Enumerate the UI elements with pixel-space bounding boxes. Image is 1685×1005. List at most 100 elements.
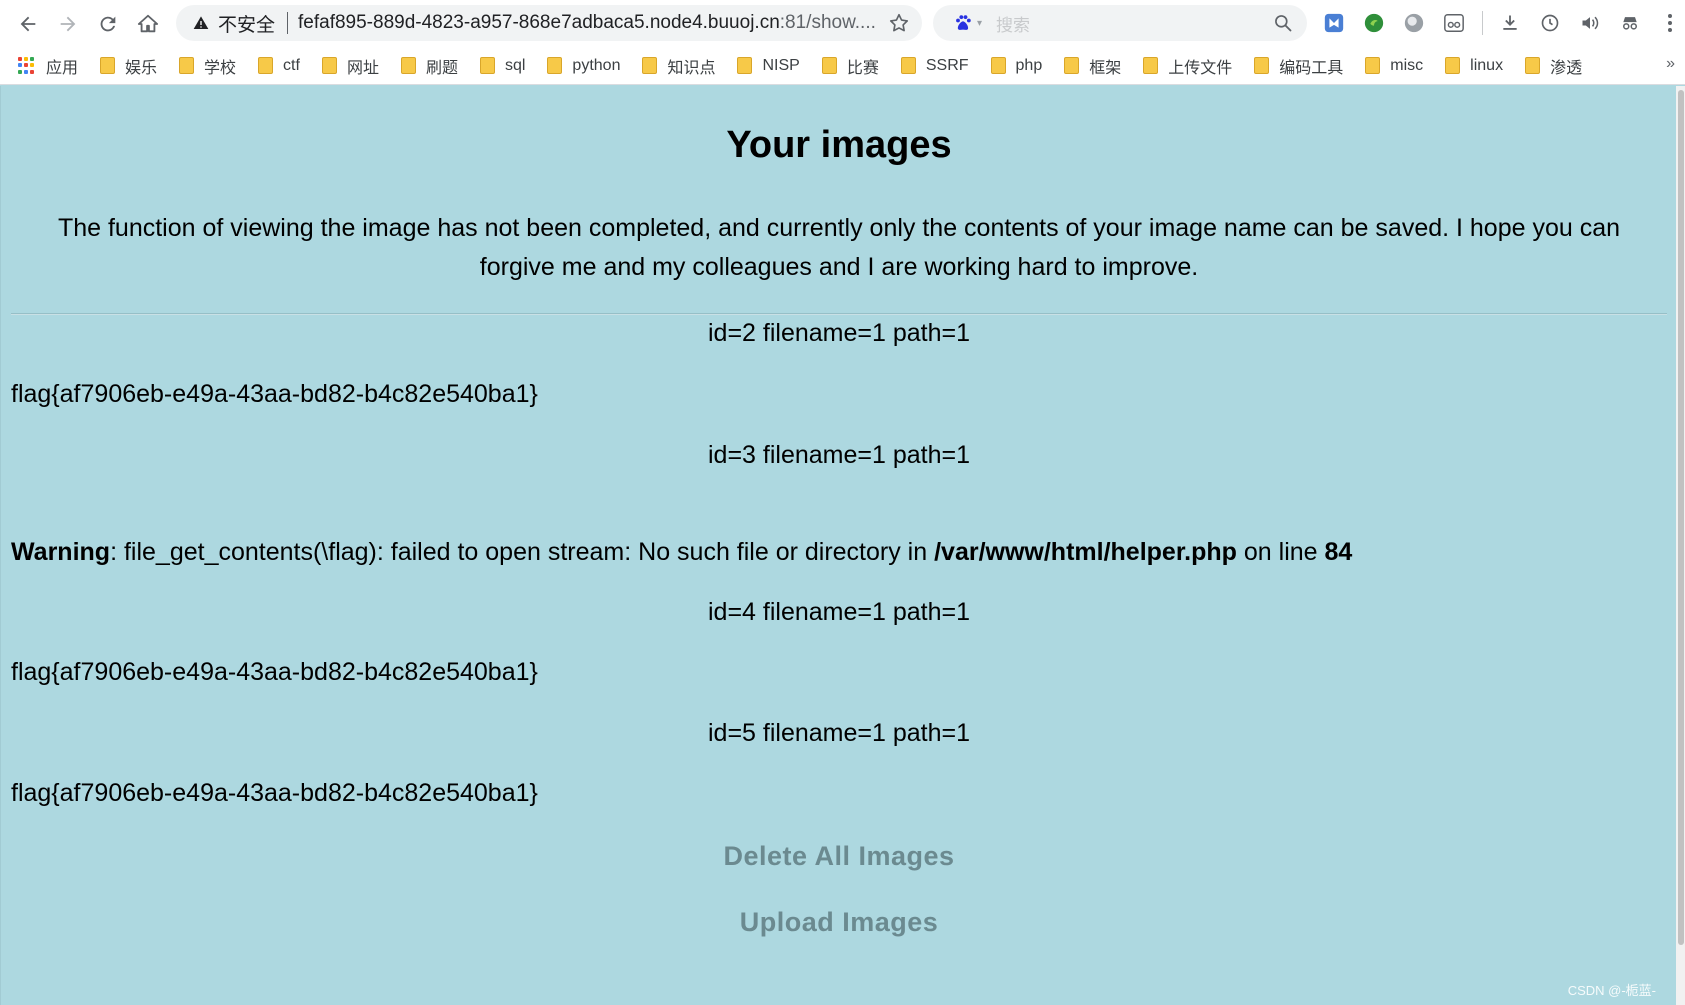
forward-button[interactable] [48, 4, 88, 44]
folder-icon [1064, 57, 1080, 74]
bookmark-label: misc [1390, 56, 1424, 74]
warning-triangle-icon [190, 15, 212, 31]
scrollbar-thumb[interactable] [1678, 90, 1684, 945]
bookmark-label: 上传文件 [1168, 59, 1233, 77]
bookmark-label: 娱乐 [125, 59, 158, 77]
record-info: id=2 filename=1 path=1 [707, 319, 970, 347]
bookmark-label: 学校 [204, 59, 237, 77]
bookmark-folder[interactable]: 学校 [179, 54, 236, 78]
extension-bookmark-icon[interactable] [1322, 11, 1346, 35]
bookmark-folder[interactable]: SSRF [900, 56, 969, 75]
bookmark-folder[interactable]: NISP [737, 57, 800, 75]
warning-line-number: 84 [1324, 538, 1353, 566]
bookmark-label: ctf [283, 56, 300, 74]
bookmark-label: php [1015, 56, 1043, 74]
record-info: id=5 filename=1 path=1 [707, 719, 970, 747]
extension-glasses-icon[interactable] [1442, 11, 1466, 35]
page-title: Your images [726, 124, 952, 166]
bookmark-folder[interactable]: python [547, 57, 620, 75]
back-button[interactable] [8, 4, 48, 44]
bookmark-label: 框架 [1089, 59, 1122, 77]
extension-green-icon[interactable] [1362, 11, 1386, 35]
browser-toolbar: 不安全 fefaf895-889d-4823-a957-868e7adbaca5… [0, 0, 1685, 47]
history-clock-icon[interactable] [1538, 11, 1562, 35]
record-content: flag{af7906eb-e49a-43aa-bd82-b4c82e540ba… [11, 779, 538, 807]
bookmark-folder[interactable]: ctf [258, 57, 300, 75]
page-content: Your images The function of viewing the … [0, 86, 1676, 1005]
folder-icon [821, 57, 837, 74]
bookmark-label: 网址 [346, 59, 379, 77]
bookmark-folder[interactable]: 比赛 [821, 54, 879, 78]
folder-icon [1445, 57, 1461, 74]
bookmark-folder[interactable]: 编码工具 [1254, 54, 1343, 78]
folder-icon [1525, 57, 1541, 74]
page-scrollbar[interactable] [1676, 86, 1685, 1005]
reload-icon [100, 16, 116, 31]
address-bar[interactable]: 不安全 fefaf895-889d-4823-a957-868e7adbaca5… [176, 5, 922, 41]
bookmark-apps[interactable]: 应用 [18, 54, 78, 78]
bookmark-folder[interactable]: 刷题 [400, 54, 458, 78]
bookmark-label: 编码工具 [1279, 59, 1344, 77]
search-icon[interactable] [1273, 13, 1293, 33]
intro-text: The function of viewing the image has no… [57, 214, 1621, 281]
bookmark-folder[interactable]: 知识点 [642, 54, 715, 78]
bookmark-label: python [572, 56, 621, 74]
bookmark-label: 知识点 [667, 59, 716, 77]
folder-icon [179, 57, 195, 74]
bookmark-star-icon[interactable] [888, 12, 910, 34]
bookmark-folder[interactable]: sql [479, 56, 526, 75]
search-placeholder: 搜索 [996, 15, 1031, 35]
bookmark-folder[interactable]: 上传文件 [1143, 54, 1232, 78]
bookmark-label: 比赛 [846, 59, 879, 77]
bookmark-folder[interactable]: 网址 [321, 54, 379, 78]
incognito-icon[interactable] [1618, 11, 1642, 35]
bookmark-folder[interactable]: php [990, 56, 1043, 75]
warning-message: : file_get_contents(\flag): failed to op… [110, 538, 935, 566]
bookmark-label: linux [1470, 56, 1504, 74]
record-info: id=4 filename=1 path=1 [707, 598, 970, 626]
security-label[interactable]: 不安全 [218, 10, 275, 37]
bookmark-folder[interactable]: 娱乐 [100, 54, 157, 78]
delete-all-images-button[interactable]: Delete All Images [1, 841, 1677, 872]
bookmark-folder[interactable]: 渗透 [1525, 54, 1582, 78]
search-box[interactable]: ▾ 搜索 [933, 5, 1307, 41]
bookmark-folder[interactable]: linux [1445, 57, 1503, 75]
chevron-down-icon[interactable]: ▾ [977, 18, 982, 29]
folder-icon [1254, 57, 1270, 74]
arrow-left-icon [20, 16, 36, 31]
volume-icon[interactable] [1578, 11, 1602, 35]
folder-icon [479, 57, 495, 74]
home-icon [137, 14, 159, 32]
folder-icon [1365, 57, 1381, 74]
download-icon[interactable] [1498, 11, 1522, 35]
bookmark-folder[interactable]: misc [1365, 57, 1423, 75]
bookmark-label: SSRF [925, 56, 969, 74]
more-menu-icon[interactable] [1658, 11, 1682, 35]
bookmark-folder[interactable]: 框架 [1064, 54, 1121, 78]
folder-icon [737, 57, 753, 74]
record-content: flag{af7906eb-e49a-43aa-bd82-b4c82e540ba… [11, 380, 538, 408]
home-button[interactable] [128, 4, 168, 44]
bookmarks-overflow-button[interactable]: » [1666, 55, 1675, 73]
bookmarks-bar: 应用 娱乐 学校 ctf 网址 刷题 sql python 知识点 NISP 比赛 SSRF php 框架… [0, 47, 1685, 85]
url-text[interactable]: fefaf895-889d-4823-a957-868e7adbaca5.nod… [298, 12, 878, 34]
upload-images-button[interactable]: Upload Images [1, 907, 1677, 938]
apps-grid-icon [18, 56, 36, 75]
folder-icon [258, 57, 274, 74]
record-content: flag{af7906eb-e49a-43aa-bd82-b4c82e540ba… [11, 658, 538, 686]
toolbar-divider [1482, 11, 1483, 35]
bookmark-label: 刷题 [425, 59, 458, 77]
warning-on-line: on line [1236, 538, 1325, 566]
extension-globe-icon[interactable] [1402, 11, 1426, 35]
reload-button[interactable] [88, 4, 128, 44]
baidu-paw-icon[interactable] [951, 11, 975, 35]
bookmark-label: sql [504, 56, 526, 74]
address-separator [287, 12, 289, 34]
folder-icon [400, 57, 416, 74]
divider [11, 313, 1667, 315]
url-host: fefaf895-889d-4823-a957-868e7adbaca5.nod… [298, 12, 780, 33]
csdn-watermark: CSDN @-栀蓝- [1567, 983, 1656, 998]
folder-icon [321, 57, 337, 74]
folder-icon [1143, 57, 1159, 74]
url-path: :81/show.... [779, 12, 876, 33]
